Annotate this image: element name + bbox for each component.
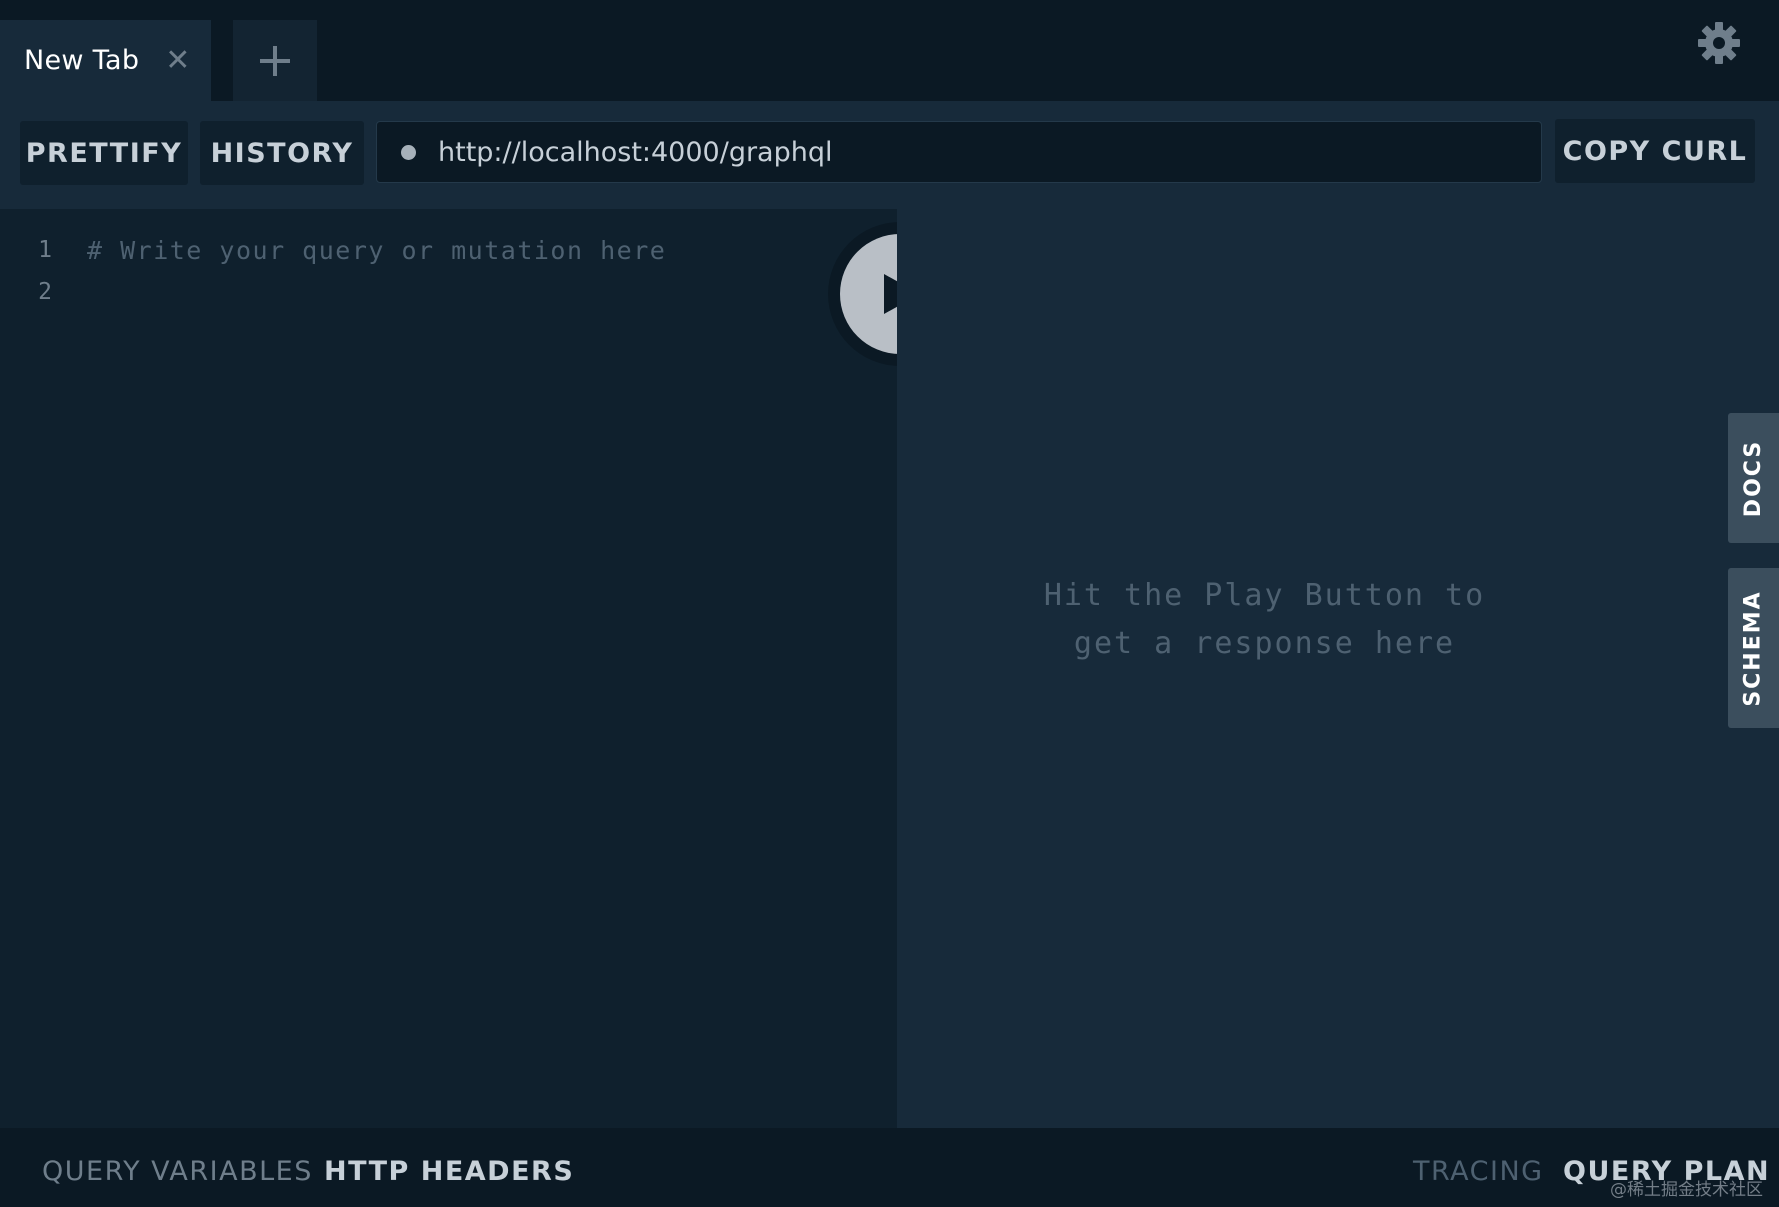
connection-status-icon xyxy=(401,144,416,160)
editor-line: 2 xyxy=(0,272,87,312)
http-headers-tab[interactable]: HTTP HEADERS xyxy=(324,1156,574,1187)
line-number: 1 xyxy=(38,237,52,263)
line-code: # Write your query or mutation here xyxy=(87,235,667,265)
query-variables-tab[interactable]: QUERY VARIABLES xyxy=(42,1156,313,1187)
plus-icon xyxy=(260,45,290,76)
gear-icon xyxy=(1698,22,1740,64)
line-number: 2 xyxy=(38,279,52,305)
result-placeholder: Hit the Play Button to get a response he… xyxy=(1043,578,1486,661)
tab-title: New Tab xyxy=(24,45,140,76)
copy-curl-button[interactable]: COPY CURL xyxy=(1555,119,1755,183)
close-icon[interactable]: ✕ xyxy=(165,45,190,76)
bottom-bar: QUERY VARIABLES HTTP HEADERS TRACING QUE… xyxy=(0,1128,1779,1207)
prettify-button[interactable]: PRETTIFY xyxy=(20,121,188,185)
settings-button[interactable] xyxy=(1694,18,1744,68)
schema-tab-label: SCHEMA xyxy=(1741,589,1767,707)
docs-tab[interactable]: DOCS xyxy=(1728,413,1779,543)
result-pane: Hit the Play Button to get a response he… xyxy=(897,209,1779,1128)
tab-bar: New Tab ✕ xyxy=(0,0,1779,101)
endpoint-url-bar[interactable] xyxy=(376,121,1542,183)
schema-tab[interactable]: SCHEMA xyxy=(1728,568,1779,728)
history-button[interactable]: HISTORY xyxy=(200,121,364,185)
editor-line: 1 # Write your query or mutation here xyxy=(0,230,666,270)
endpoint-url-input[interactable] xyxy=(438,136,1438,168)
query-editor[interactable]: 1 # Write your query or mutation here 2 xyxy=(0,209,897,1128)
watermark: @稀土掘金技术社区 xyxy=(1610,1180,1763,1200)
tab-new-tab[interactable]: New Tab ✕ xyxy=(0,20,211,101)
add-tab-button[interactable] xyxy=(233,20,317,101)
docs-tab-label: DOCS xyxy=(1741,439,1766,517)
toolbar: PRETTIFY HISTORY COPY CURL xyxy=(0,101,1779,209)
tracing-tab[interactable]: TRACING xyxy=(1413,1156,1544,1187)
